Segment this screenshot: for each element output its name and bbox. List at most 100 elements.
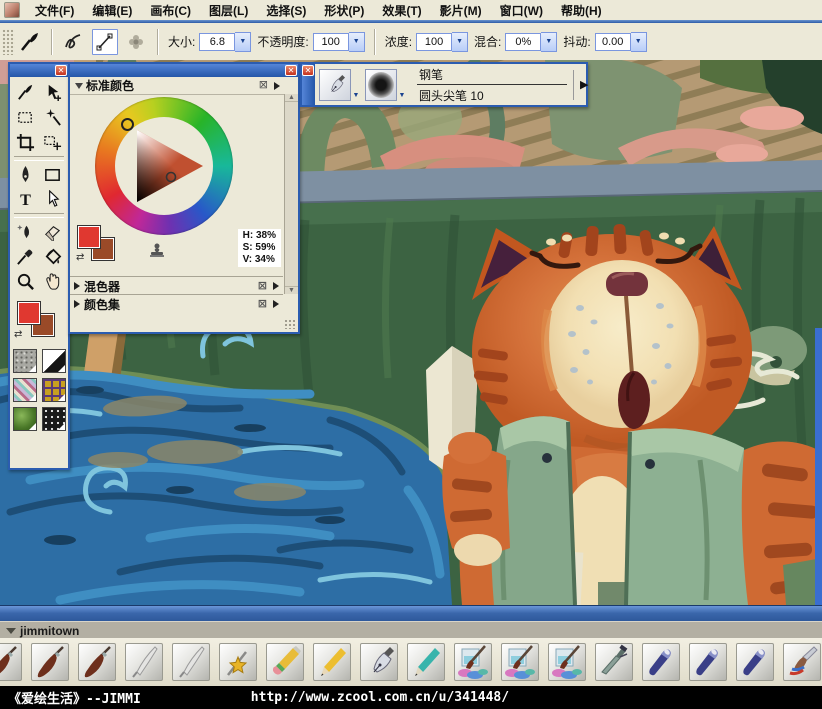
dropper-tool[interactable] — [12, 244, 39, 269]
colors-close-icon[interactable]: ✕ — [285, 65, 297, 76]
magnifier-tool[interactable] — [12, 269, 39, 294]
tray-icon-sable-brush[interactable] — [31, 643, 69, 681]
paper-selector[interactable] — [13, 349, 37, 373]
mixer-section-header[interactable]: 混色器 ⊠ — [70, 276, 283, 295]
color-set-checkbox-icon[interactable]: ⊠ — [258, 299, 267, 310]
menu-effects[interactable]: 效果(T) — [373, 0, 430, 21]
tray-icon-sable-brush[interactable] — [78, 643, 116, 681]
standard-colors-header[interactable]: 标准颜色 ⊠ — [70, 77, 298, 95]
brush-category-dropdown-icon[interactable]: ▼ — [351, 69, 361, 101]
crop-tool[interactable] — [12, 130, 39, 155]
panel-swap-colors-icon[interactable]: ⇄ — [76, 252, 84, 263]
colors-title-bar[interactable]: ✕ — [70, 64, 298, 77]
pen-tool[interactable] — [12, 162, 39, 187]
straight-strokes-icon[interactable] — [92, 29, 118, 55]
main-color-swatches[interactable]: ⇄ — [14, 299, 64, 345]
brush-mode-icon[interactable] — [18, 30, 42, 54]
tray-icon-marker-pen[interactable] — [736, 643, 774, 681]
brush-category-icon[interactable] — [319, 69, 351, 101]
tray-icon-teal-pencil[interactable] — [407, 643, 445, 681]
tray-icon-liner-brush[interactable] — [172, 643, 210, 681]
text-tool[interactable]: T — [12, 187, 39, 212]
magic-wand-tool[interactable] — [39, 105, 66, 130]
mixer-checkbox-icon[interactable]: ⊠ — [258, 281, 267, 292]
density-value[interactable]: 100 — [416, 33, 452, 51]
menu-edit[interactable]: 编辑(E) — [83, 0, 141, 21]
rectangle-shape-tool[interactable] — [39, 162, 66, 187]
menu-movie[interactable]: 影片(M) — [431, 0, 491, 21]
tray-icon-star-wand[interactable] — [219, 643, 257, 681]
tray-icon-water-cup-brush[interactable] — [548, 643, 586, 681]
quick-curve-tool[interactable] — [12, 219, 39, 244]
size-value[interactable]: 6.8 — [199, 33, 235, 51]
mixer-flyout-icon[interactable] — [273, 282, 279, 290]
tray-icon-water-cup-brush[interactable] — [454, 643, 492, 681]
menu-file[interactable]: 文件(F) — [26, 0, 83, 21]
size-dropdown-icon[interactable]: ▼ — [235, 32, 251, 52]
gradient-selector[interactable] — [42, 349, 66, 373]
menu-layers[interactable]: 图层(L) — [200, 0, 257, 21]
tray-icon-airbrush-gun[interactable] — [595, 643, 633, 681]
pattern-selector[interactable] — [13, 378, 37, 402]
opacity-dropdown-icon[interactable]: ▼ — [349, 32, 365, 52]
panel-color-swatches[interactable]: ⇄ — [76, 224, 126, 270]
density-dropdown-icon[interactable]: ▼ — [452, 32, 468, 52]
brush-selector-close-icon[interactable]: ✕ — [302, 65, 314, 76]
tray-icon-pen-nib[interactable] — [360, 643, 398, 681]
brush-category-name[interactable]: 钢笔 — [417, 66, 567, 85]
mixer-expand-icon[interactable] — [74, 282, 80, 290]
collapse-triangle-icon[interactable] — [75, 83, 83, 89]
swap-colors-icon[interactable]: ⇄ — [14, 329, 22, 340]
canvas-horizontal-scrollbar[interactable] — [0, 605, 822, 622]
weave-selector[interactable] — [42, 378, 66, 402]
tray-icon-sable-brush[interactable] — [0, 643, 22, 681]
eraser-tool[interactable] — [39, 219, 66, 244]
tray-icon-water-cup-brush[interactable] — [501, 643, 539, 681]
toolbox-close-icon[interactable]: ✕ — [55, 65, 67, 76]
color-set-flyout-icon[interactable] — [273, 300, 279, 308]
brush-selector-title-bar[interactable]: ✕ — [302, 64, 315, 105]
toolbox-title-bar[interactable]: ✕ — [10, 64, 68, 77]
menu-help[interactable]: 帮助(H) — [552, 0, 611, 21]
clone-source-selector[interactable] — [13, 407, 37, 431]
sv-triangle[interactable] — [115, 117, 213, 215]
freehand-strokes-icon[interactable] — [62, 30, 86, 54]
brush-selector-flyout-icon[interactable]: ▶ — [580, 78, 588, 91]
panel-checkbox-icon[interactable]: ⊠ — [259, 80, 268, 91]
panel-primary-swatch[interactable] — [78, 226, 100, 248]
selection-adjuster-tool[interactable] — [39, 130, 66, 155]
blend-value[interactable]: 0% — [505, 33, 541, 51]
panel-resize-grip[interactable] — [284, 319, 296, 329]
menu-select[interactable]: 选择(S) — [257, 0, 315, 21]
hue-ring[interactable] — [95, 97, 233, 235]
color-set-expand-icon[interactable] — [74, 300, 80, 308]
menu-shapes[interactable]: 形状(P) — [315, 0, 373, 21]
jitter-dropdown-icon[interactable]: ▼ — [631, 32, 647, 52]
scroll-down-icon[interactable]: ▼ — [285, 286, 298, 294]
tray-icon-marker-pen[interactable] — [689, 643, 727, 681]
canvas-tab-collapse-icon[interactable] — [6, 628, 16, 634]
script-selector[interactable] — [42, 407, 66, 431]
grabber-hand-tool[interactable] — [39, 269, 66, 294]
brush-variant-icon[interactable] — [365, 69, 397, 101]
tray-icon-yellow-pencil[interactable] — [313, 643, 351, 681]
color-set-section-header[interactable]: 颜色集 ⊠ — [70, 294, 283, 313]
menu-canvas[interactable]: 画布(C) — [141, 0, 200, 21]
tray-icon-marker-pen[interactable] — [642, 643, 680, 681]
scroll-up-icon[interactable]: ▲ — [285, 94, 298, 102]
paint-bucket-tool[interactable] — [39, 244, 66, 269]
panel-scrollbar[interactable]: ▲ ▼ — [284, 94, 298, 294]
blend-dropdown-icon[interactable]: ▼ — [541, 32, 557, 52]
brush-variant-dropdown-icon[interactable]: ▼ — [397, 69, 407, 101]
tray-icon-paint-brush[interactable] — [783, 643, 821, 681]
clone-color-toggle-icon[interactable] — [148, 242, 166, 260]
tray-icon-liner-brush[interactable] — [125, 643, 163, 681]
hue-marker[interactable] — [121, 118, 134, 131]
toolbar-grip[interactable] — [2, 29, 15, 55]
menu-window[interactable]: 窗口(W) — [491, 0, 552, 21]
rectangular-selection-tool[interactable] — [12, 105, 39, 130]
opacity-value[interactable]: 100 — [313, 33, 349, 51]
layer-adjuster-tool[interactable] — [39, 80, 66, 105]
tray-icon-eraser-pencil[interactable] — [266, 643, 304, 681]
jitter-value[interactable]: 0.00 — [595, 33, 631, 51]
